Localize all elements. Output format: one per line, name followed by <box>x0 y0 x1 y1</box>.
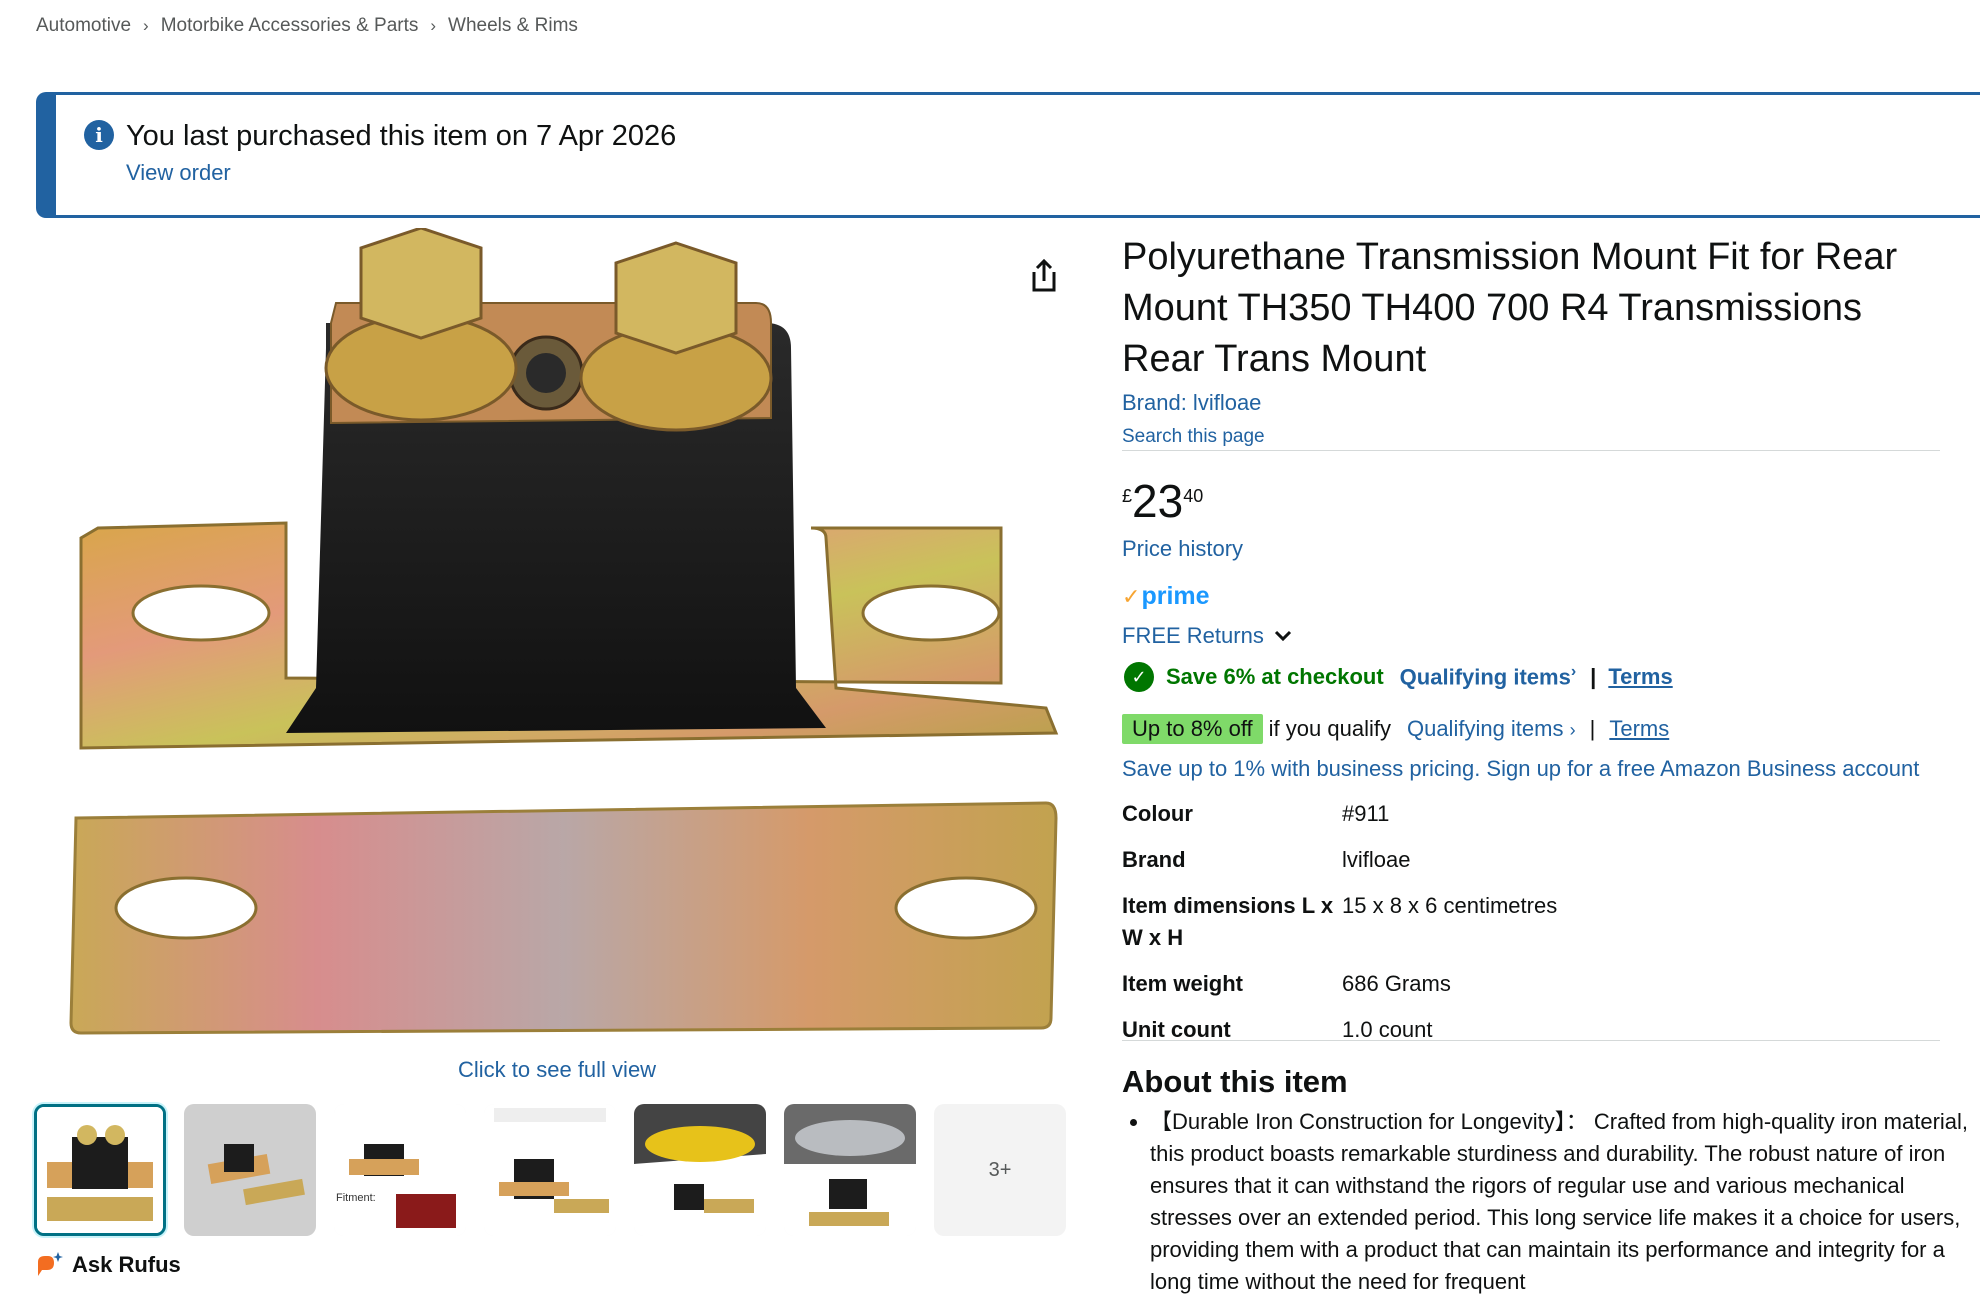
thumbnail-strip: Fitment: 3+ <box>34 1104 1066 1236</box>
thumbnail-3[interactable]: Fitment: <box>334 1104 466 1236</box>
ask-rufus[interactable]: Ask Rufus <box>36 1252 181 1278</box>
about-bullets: 【Durable Iron Construction for Longevity… <box>1128 1106 1970 1298</box>
prime-label: prime <box>1141 582 1210 610</box>
price-fraction: 40 <box>1183 486 1204 506</box>
spec-value: 686 Grams <box>1342 971 1451 996</box>
spec-row: Brand lvifloae <box>1122 844 1557 876</box>
view-order-link[interactable]: View order <box>126 160 231 186</box>
breadcrumb-wheels-rims[interactable]: Wheels & Rims <box>448 15 578 37</box>
breadcrumb-motorbike-accessories[interactable]: Motorbike Accessories & Parts <box>161 15 419 37</box>
thumbnail-4[interactable] <box>484 1104 616 1236</box>
separator: | <box>1589 716 1596 741</box>
terms-link-2[interactable]: Terms <box>1609 716 1669 742</box>
spec-row: Colour #911 <box>1122 798 1557 830</box>
search-this-page-link[interactable]: Search this page <box>1122 426 1265 448</box>
qualifying-items-link-2[interactable]: Qualifying items › <box>1407 716 1576 742</box>
spec-key: Colour <box>1122 801 1193 826</box>
more-images-label: 3+ <box>988 1158 1012 1181</box>
free-returns-label: FREE Returns <box>1122 623 1264 648</box>
spec-row: Item dimensions L x W x H 15 x 8 x 6 cen… <box>1122 890 1557 954</box>
price-history-link[interactable]: Price history <box>1122 536 1243 562</box>
checkout-savings: ✓ Save 6% at checkout Qualifying items› … <box>1124 662 1673 692</box>
save-checkout-text: Save 6% at checkout <box>1166 664 1384 689</box>
share-icon[interactable] <box>1024 256 1064 296</box>
spec-key: Unit count <box>1122 1017 1231 1042</box>
about-bullet: 【Durable Iron Construction for Longevity… <box>1150 1106 1970 1298</box>
product-title: Polyurethane Transmission Mount Fit for … <box>1122 236 1898 380</box>
price-whole: 23 <box>1132 475 1184 527</box>
thumbnail-fitment-label: Fitment: <box>336 1192 376 1204</box>
thumbnail-6[interactable] <box>784 1104 916 1236</box>
divider <box>1122 450 1940 451</box>
chevron-right-icon: › <box>143 16 149 35</box>
breadcrumb: Automotive › Motorbike Accessories & Par… <box>36 15 578 37</box>
spec-value: 15 x 8 x 6 centimetres <box>1342 893 1558 918</box>
spec-key: Item weight <box>1122 971 1244 996</box>
spec-value: #911 <box>1342 801 1390 826</box>
business-pricing-link[interactable]: Save up to 1% with business pricing. Sig… <box>1122 756 1919 782</box>
info-icon: i <box>84 120 114 150</box>
spec-key: Item dimensions L x W x H <box>1122 893 1334 950</box>
main-product-image[interactable] <box>36 226 1086 1058</box>
rufus-icon <box>38 1252 63 1276</box>
terms-link[interactable]: Terms <box>1608 664 1672 690</box>
brand-link[interactable]: Brand: lvifloae <box>1122 390 1261 416</box>
qualifying-items-link[interactable]: Qualifying items› <box>1400 663 1576 690</box>
thumbnail-5[interactable] <box>634 1104 766 1236</box>
spec-value: lvifloae <box>1342 847 1411 872</box>
discount-badge: Up to 8% off <box>1122 714 1263 744</box>
thumbnail-1[interactable] <box>34 1104 166 1236</box>
free-returns-dropdown[interactable]: FREE Returns <box>1122 623 1292 649</box>
spec-table: Colour #911 Brand lvifloae Item dimensio… <box>1122 798 1557 1060</box>
chevron-down-icon <box>1274 630 1291 642</box>
price-currency: £ <box>1122 486 1133 506</box>
spec-row: Unit count 1.0 count <box>1122 1014 1557 1046</box>
chevron-right-icon: › <box>430 16 437 35</box>
click-full-view-link[interactable]: Click to see full view <box>458 1057 656 1083</box>
breadcrumb-automotive[interactable]: Automotive <box>36 15 131 37</box>
price: £ 23 40 <box>1122 476 1203 526</box>
about-heading: About this item <box>1122 1064 1348 1099</box>
discount-condition: if you qualify <box>1268 716 1391 741</box>
thumbnail-more[interactable]: 3+ <box>934 1104 1066 1236</box>
alert-message: You last purchased this item on 7 Apr 20… <box>126 120 677 152</box>
check-circle-icon: ✓ <box>1124 662 1154 692</box>
thumbnail-2[interactable] <box>184 1104 316 1236</box>
purchase-alert <box>36 92 1980 218</box>
spec-row: Item weight 686 Grams <box>1122 968 1557 1000</box>
separator: | <box>1590 664 1597 689</box>
spec-key: Brand <box>1122 847 1186 872</box>
spec-value: 1.0 count <box>1342 1017 1433 1042</box>
discount-offer: Up to 8% off if you qualify Qualifying i… <box>1122 714 1669 744</box>
prime-check-icon: ✓ <box>1122 583 1141 609</box>
prime-badge: ✓ prime <box>1122 582 1210 611</box>
ask-rufus-label: Ask Rufus <box>72 1252 181 1277</box>
divider <box>1122 1040 1940 1041</box>
